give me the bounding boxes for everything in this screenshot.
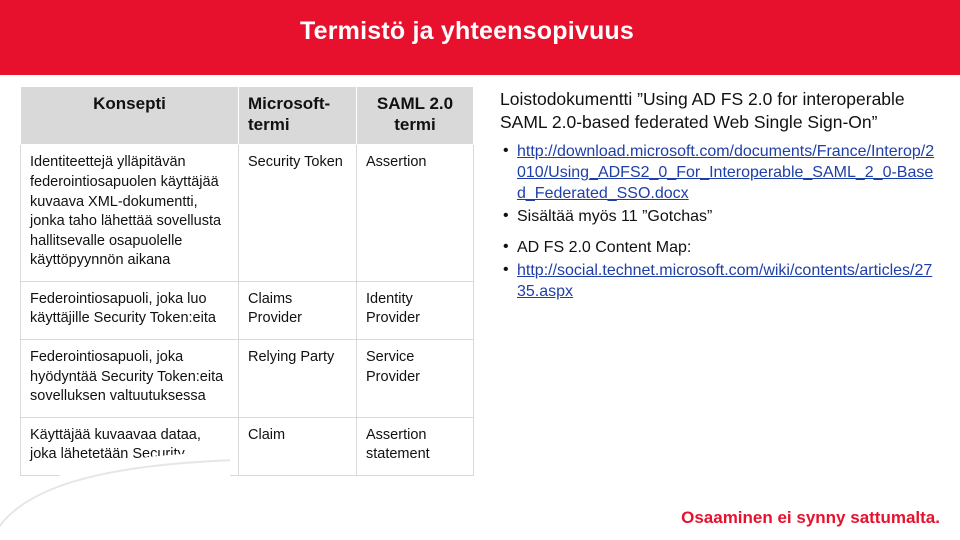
cell-concept: Käyttäjää kuvaavaa dataa, joka lähetetää… [20,416,239,476]
table-header-saml: SAML 2.0 termi [356,85,474,146]
right-bullet-list-2: AD FS 2.0 Content Map: http://social.tec… [500,236,940,303]
list-item: http://social.technet.microsoft.com/wiki… [500,259,940,303]
page-title: Termistö ja yhteensopivuus [300,17,634,45]
table-row: Federointiosapuoli, joka luo käyttäjille… [20,280,474,340]
cell-microsoft: Security Token [238,144,357,282]
table-row: Federointiosapuoli, joka hyödyntää Secur… [20,338,474,418]
slide-root: Termistö ja yhteensopivuus Konsepti Micr… [0,0,960,540]
table-row: Käyttäjää kuvaavaa dataa, joka lähetetää… [20,416,474,476]
cell-concept: Federointiosapuoli, joka luo käyttäjille… [20,280,239,340]
content-map-label: AD FS 2.0 Content Map: [517,239,692,257]
table-header-microsoft: Microsoft-termi [238,85,357,146]
list-item: Sisältää myös 11 ”Gotchas” [500,205,940,227]
right-content-column: Loistodokumentti ”Using AD FS 2.0 for in… [500,88,940,304]
doc-download-link[interactable]: http://download.microsoft.com/documents/… [517,143,934,203]
table-header-row: Konsepti Microsoft-termi SAML 2.0 termi [20,85,474,146]
footer-slogan: Osaaminen ei synny sattumalta. [681,508,940,527]
list-item: http://download.microsoft.com/documents/… [500,140,940,205]
cell-concept: Identiteettejä ylläpitävän federointiosa… [20,144,239,282]
cell-saml: Assertion [356,144,474,282]
cell-saml: Identity Provider [356,280,474,340]
table-row: Identiteettejä ylläpitävän federointiosa… [20,144,474,282]
list-item: AD FS 2.0 Content Map: [500,236,940,258]
right-bullet-list-1: http://download.microsoft.com/documents/… [500,140,940,228]
cell-saml: Assertion statement [356,416,474,476]
table-header-concept: Konsepti [20,85,239,146]
terminology-table: Konsepti Microsoft-termi SAML 2.0 termi … [20,85,474,476]
terminology-table-wrap: Konsepti Microsoft-termi SAML 2.0 termi … [20,85,474,476]
cell-microsoft: Relying Party [238,338,357,418]
right-intro-text: Loistodokumentti ”Using AD FS 2.0 for in… [500,89,905,133]
content-map-link[interactable]: http://social.technet.microsoft.com/wiki… [517,262,932,300]
cell-microsoft: Claim [238,416,357,476]
cell-concept: Federointiosapuoli, joka hyödyntää Secur… [20,338,239,418]
cell-saml: Service Provider [356,338,474,418]
cell-microsoft: Claims Provider [238,280,357,340]
